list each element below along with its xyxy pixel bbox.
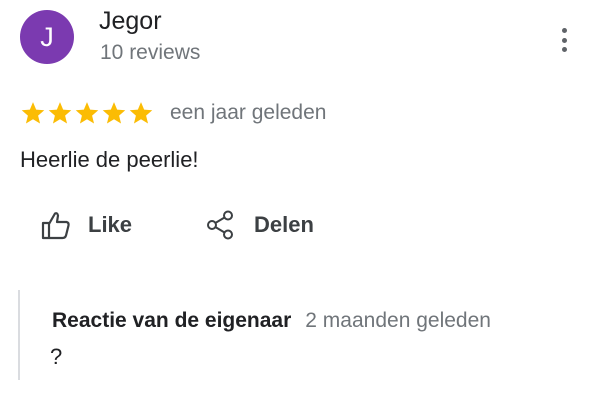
rating-row: een jaar geleden bbox=[20, 96, 326, 130]
like-label: Like bbox=[88, 212, 133, 237]
star-icon bbox=[21, 102, 45, 124]
share-label: Delen bbox=[254, 212, 314, 237]
star-rating bbox=[20, 100, 155, 126]
more-vert-icon bbox=[561, 28, 567, 33]
star-icon bbox=[129, 102, 153, 124]
review-text: Heerlie de peerlie! bbox=[20, 147, 199, 172]
thumbs-up-icon bbox=[41, 212, 70, 240]
owner-reply: Reactie van de eigenaar 2 maanden geleden… bbox=[18, 290, 580, 380]
author-name[interactable]: Jegor bbox=[99, 6, 162, 36]
review-time: een jaar geleden bbox=[170, 101, 327, 124]
author-avatar[interactable]: J bbox=[20, 10, 74, 64]
owner-reply-text: ? bbox=[50, 344, 63, 369]
share-icon bbox=[207, 210, 233, 240]
author-review-count: 10 reviews bbox=[100, 41, 201, 64]
avatar-initial: J bbox=[40, 21, 54, 52]
review-card: J Jegor 10 reviews een jaar geleden Heer… bbox=[0, 0, 600, 420]
like-button[interactable]: Like bbox=[40, 208, 132, 242]
owner-reply-title: Reactie van de eigenaar bbox=[52, 309, 292, 332]
star-icon bbox=[102, 102, 126, 124]
owner-reply-time: 2 maanden geleden bbox=[305, 309, 491, 332]
share-button[interactable]: Delen bbox=[204, 208, 314, 242]
owner-reply-header: Reactie van de eigenaar 2 maanden geleden bbox=[52, 308, 491, 334]
star-icon bbox=[48, 102, 72, 124]
star-icon bbox=[75, 102, 99, 124]
more-options-button[interactable] bbox=[552, 22, 576, 58]
